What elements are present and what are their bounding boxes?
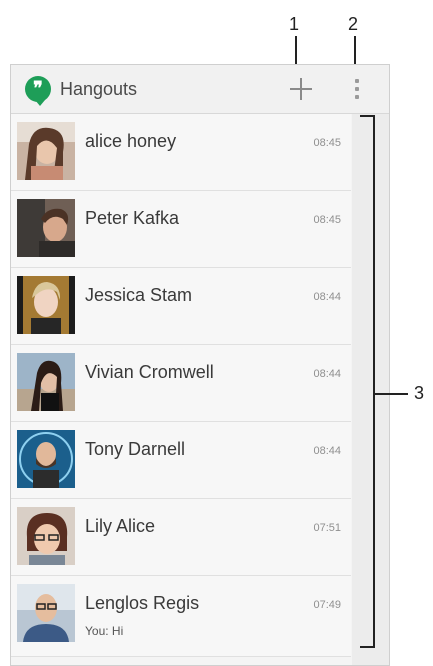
conversation-item[interactable]: Tony Darnell 08:44 — [11, 422, 351, 499]
message-time: 08:44 — [313, 368, 341, 380]
contact-name: Vivian Cromwell — [85, 362, 214, 382]
avatar — [17, 584, 75, 642]
conversation-item[interactable]: Lenglos Regis 07:49 You: Hi — [11, 576, 351, 657]
overflow-menu-button[interactable] — [349, 77, 365, 101]
hangouts-logo-icon: ❞ — [25, 76, 51, 106]
message-time: 08:44 — [313, 445, 341, 457]
callout-number-2: 2 — [348, 14, 359, 34]
contact-name: Jessica Stam — [85, 285, 193, 305]
avatar — [17, 276, 75, 334]
conversation-item[interactable]: Vivian Cromwell 08:44 — [11, 345, 351, 422]
message-time: 08:45 — [313, 214, 341, 226]
avatar — [17, 430, 75, 488]
callout-number-3: 3 — [414, 383, 425, 403]
avatar — [17, 199, 75, 257]
avatar — [17, 122, 75, 180]
message-time: 07:51 — [313, 522, 341, 534]
message-time: 08:44 — [313, 291, 341, 303]
new-conversation-button[interactable] — [288, 76, 314, 102]
contact-name: Tony Darnell — [85, 439, 186, 459]
message-time: 08:45 — [313, 137, 341, 149]
conversation-list[interactable]: alice honey 08:45 Peter Kafka 08:45 Jess… — [11, 114, 389, 665]
callout-number-1: 1 — [289, 14, 300, 34]
conversation-item[interactable]: alice honey 08:45 — [11, 114, 351, 191]
conversation-item[interactable]: Jessica Stam 08:44 — [11, 268, 351, 345]
scrollbar[interactable] — [352, 114, 389, 665]
message-snippet: You: Hi — [85, 624, 124, 638]
callout-leader-3 — [375, 393, 408, 395]
contact-name: alice honey — [85, 131, 177, 151]
app-title: Hangouts — [60, 79, 138, 99]
contact-name: Lily Alice — [85, 516, 156, 536]
avatar — [17, 507, 75, 565]
conversation-item[interactable]: Lily Alice 07:51 — [11, 499, 351, 576]
avatar — [17, 353, 75, 411]
conversation-item[interactable]: Peter Kafka 08:45 — [11, 191, 351, 268]
callout-bracket — [373, 115, 375, 648]
message-time: 07:49 — [313, 599, 341, 611]
callout-bracket-bottom — [360, 646, 375, 648]
phone-screen: ❞ Hangouts alice honey 08:45 Peter Kafka… — [10, 64, 390, 666]
app-bar: ❞ Hangouts — [11, 65, 389, 114]
contact-name: Lenglos Regis — [85, 593, 200, 613]
contact-name: Peter Kafka — [85, 208, 180, 228]
